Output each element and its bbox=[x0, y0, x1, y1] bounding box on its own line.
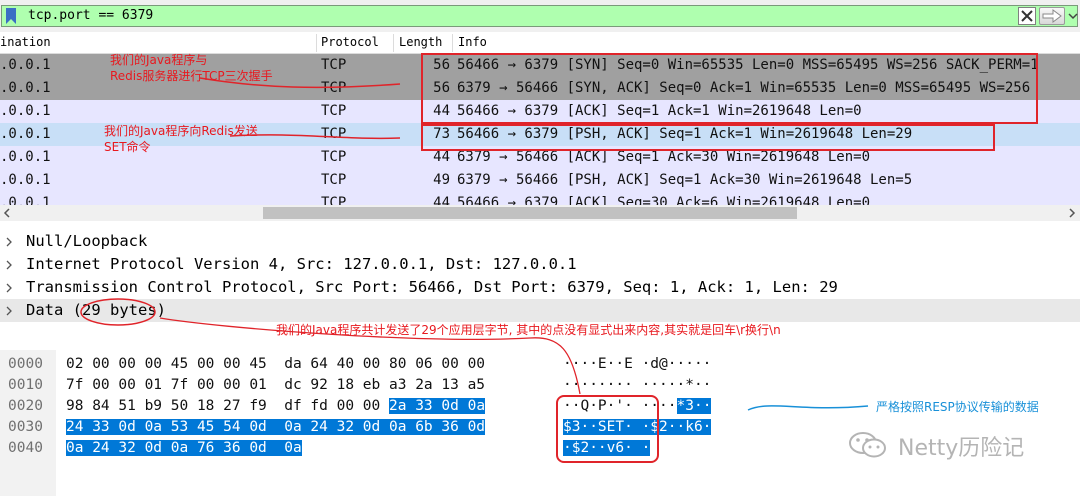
column-destination[interactable]: ination bbox=[0, 35, 51, 49]
clear-filter-icon[interactable] bbox=[1018, 7, 1036, 25]
watermark-text: Netty历险记 bbox=[898, 436, 1025, 461]
detail-tree-item-selected[interactable]: Data (29 bytes) bbox=[0, 299, 1080, 322]
packet-length: 44 bbox=[433, 195, 450, 205]
detail-label: Internet Protocol Version 4, Src: 127.0.… bbox=[26, 255, 577, 273]
packet-list-scrollbar[interactable] bbox=[0, 205, 1080, 221]
column-length[interactable]: Length bbox=[399, 35, 442, 49]
chevron-down-icon[interactable] bbox=[1068, 11, 1078, 21]
byte-offset: 0030 bbox=[8, 419, 43, 435]
detail-label: Transmission Control Protocol, Src Port:… bbox=[26, 278, 838, 296]
packet-list-header: ination Protocol Length Info bbox=[0, 32, 1080, 54]
packet-info: 6379 → 56466 [ACK] Seq=1 Ack=30 Win=2619… bbox=[457, 149, 871, 165]
resp-annotation: 严格按照RESP协议传输的数据 bbox=[876, 400, 1039, 414]
packet-destination: .0.0.1 bbox=[0, 126, 51, 142]
byte-offset: 0010 bbox=[8, 377, 43, 393]
packet-protocol: TCP bbox=[321, 149, 347, 165]
apply-filter-arrow-icon[interactable] bbox=[1039, 7, 1065, 25]
byte-offset: 0040 bbox=[8, 440, 43, 456]
scroll-left-icon[interactable] bbox=[3, 208, 11, 218]
byte-offset: 0020 bbox=[8, 398, 43, 414]
wechat-icon bbox=[849, 432, 886, 458]
chevron-right-icon[interactable] bbox=[5, 306, 13, 316]
packet-destination: .0.0.1 bbox=[0, 57, 51, 73]
packet-protocol: TCP bbox=[321, 103, 347, 119]
detail-label: Null/Loopback bbox=[26, 232, 148, 250]
scroll-right-icon[interactable] bbox=[1068, 208, 1076, 218]
hex-bytes[interactable]: 7f 00 00 01 7f 00 00 01 dc 92 18 eb a3 2… bbox=[66, 377, 485, 393]
packet-bytes-pane: 0000 02 00 00 00 45 00 00 45 da 64 40 00… bbox=[0, 350, 1080, 496]
chevron-right-icon[interactable] bbox=[5, 283, 13, 293]
packet-destination: .0.0.1 bbox=[0, 172, 51, 188]
packet-length: 44 bbox=[433, 149, 450, 165]
hex-bytes[interactable]: 02 00 00 00 45 00 00 45 da 64 40 00 80 0… bbox=[66, 356, 485, 372]
byte-offset: 0000 bbox=[8, 356, 43, 372]
ascii-bytes[interactable]: ········ ·····*·· bbox=[563, 377, 711, 393]
packet-row[interactable]: .0.0.1 TCP 49 6379 → 56466 [PSH, ACK] Se… bbox=[0, 169, 1080, 192]
filter-expression: tcp.port == 6379 bbox=[28, 8, 154, 23]
detail-tree-item[interactable]: Transmission Control Protocol, Src Port:… bbox=[0, 276, 1080, 299]
hex-row: 0010 7f 00 00 01 7f 00 00 01 dc 92 18 eb… bbox=[0, 375, 1080, 396]
bookmark-icon[interactable] bbox=[4, 7, 18, 25]
packet-destination: .0.0.1 bbox=[0, 80, 51, 96]
packet-protocol: TCP bbox=[321, 195, 347, 205]
detail-label: Data (29 bytes) bbox=[26, 301, 166, 319]
packet-info: 56466 → 6379 [ACK] Seq=30 Ack=6 Win=2619… bbox=[457, 195, 871, 205]
hex-bytes[interactable]: 98 84 51 b9 50 18 27 f9 df fd 00 00 2a 3… bbox=[66, 398, 486, 414]
set-command-annotation: 我们的Java程序向Redis发送 SET命令 bbox=[104, 124, 258, 154]
packet-destination: .0.0.1 bbox=[0, 195, 51, 205]
packet-protocol: TCP bbox=[321, 80, 347, 96]
hex-bytes[interactable]: 24 33 0d 0a 53 45 54 0d 0a 24 32 0d 0a 6… bbox=[66, 419, 486, 435]
chevron-right-icon[interactable] bbox=[5, 260, 13, 270]
packet-length: 49 bbox=[433, 172, 450, 188]
column-divider[interactable] bbox=[316, 34, 317, 52]
packet-protocol: TCP bbox=[321, 57, 347, 73]
packet-row[interactable]: .0.0.1 TCP 44 56466 → 6379 [ACK] Seq=30 … bbox=[0, 192, 1080, 205]
column-info[interactable]: Info bbox=[458, 35, 487, 49]
ascii-bytes[interactable]: ····E··E ·d@····· bbox=[563, 356, 711, 372]
column-protocol[interactable]: Protocol bbox=[321, 35, 379, 49]
detail-tree-item[interactable]: Null/Loopback bbox=[0, 230, 1080, 253]
column-divider[interactable] bbox=[452, 34, 453, 52]
hex-row: 0000 02 00 00 00 45 00 00 45 da 64 40 00… bbox=[0, 354, 1080, 375]
column-divider[interactable] bbox=[393, 34, 394, 52]
display-filter-toolbar: tcp.port == 6379 bbox=[0, 0, 1080, 32]
scrollbar-thumb[interactable] bbox=[263, 207, 797, 219]
handshake-highlight-box bbox=[421, 53, 1038, 124]
packet-destination: .0.0.1 bbox=[0, 103, 51, 119]
packet-protocol: TCP bbox=[321, 172, 347, 188]
chevron-right-icon[interactable] bbox=[5, 237, 13, 247]
set-command-highlight-box bbox=[421, 124, 995, 151]
detail-tree-item[interactable]: Internet Protocol Version 4, Src: 127.0.… bbox=[0, 253, 1080, 276]
handshake-annotation: 我们的Java程序与 Redis服务器进行TCP三次握手 bbox=[110, 53, 273, 83]
ascii-highlight-box bbox=[556, 395, 659, 463]
hex-bytes[interactable]: 0a 24 32 0d 0a 76 36 0d 0a bbox=[66, 440, 302, 456]
packet-info: 6379 → 56466 [PSH, ACK] Seq=1 Ack=30 Win… bbox=[457, 172, 913, 188]
packet-protocol: TCP bbox=[321, 126, 347, 142]
packet-destination: .0.0.1 bbox=[0, 149, 51, 165]
bytes-annotation: 我们的Java程序共计发送了29个应用层字节, 其中的点没有显式出来内容,其实就… bbox=[276, 323, 781, 337]
display-filter-input[interactable]: tcp.port == 6379 bbox=[1, 5, 1078, 27]
